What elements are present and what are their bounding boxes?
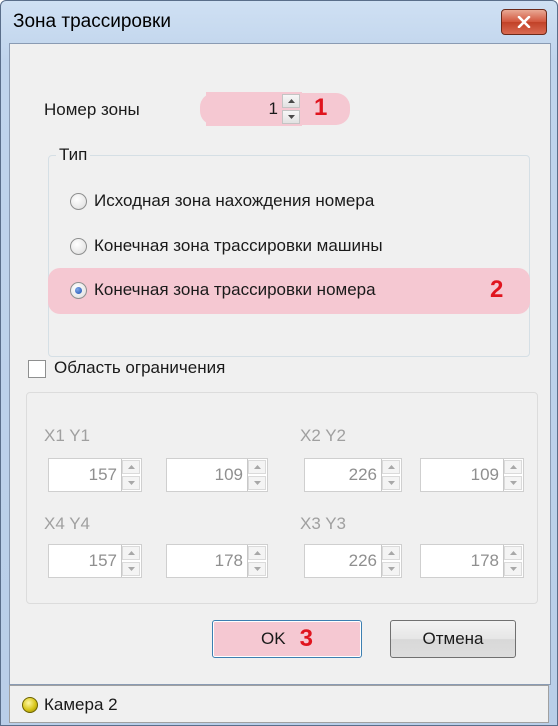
spin-up-button[interactable] (504, 460, 522, 474)
y4-value: 178 (214, 551, 243, 570)
spin-up-button[interactable] (282, 94, 300, 108)
radio-label: Конечная зона трассировки номера (94, 280, 376, 299)
radio-button-selected[interactable] (70, 281, 87, 299)
chevron-down-icon (387, 567, 395, 571)
spin-down-button[interactable] (282, 110, 300, 124)
x4-value: 157 (88, 551, 117, 570)
window-title: Зона трассировки (13, 11, 171, 32)
chevron-up-icon (387, 465, 395, 469)
chevron-up-icon (253, 551, 261, 555)
x4-stepper[interactable]: 157 (48, 544, 142, 578)
title-bar[interactable]: Зона трассировки (1, 1, 557, 43)
point-title: X3 Y3 (300, 514, 347, 533)
chevron-up-icon (509, 551, 517, 555)
ok-button-label: OK (261, 629, 286, 648)
y2-value: 109 (470, 465, 499, 484)
chevron-down-icon (253, 481, 261, 485)
dialog-body: Номер зоны 1 1 Тип Исходная зона нахожде… (9, 43, 551, 685)
zone-number-label: Номер зоны (44, 100, 140, 119)
spin-down-button[interactable] (382, 476, 400, 490)
step-marker-1: 1 (314, 94, 328, 121)
chevron-down-icon (287, 115, 295, 119)
spin-up-button[interactable] (504, 546, 522, 560)
type-group-title: Тип (56, 145, 91, 165)
point-title: X4 Y4 (44, 514, 91, 533)
chevron-up-icon (387, 551, 395, 555)
radio-label: Исходная зона нахождения номера (94, 191, 375, 210)
status-bar: Камера 2 (9, 685, 549, 723)
close-button[interactable] (501, 9, 547, 35)
ok-button[interactable]: OK 3 (212, 620, 362, 658)
chevron-down-icon (253, 567, 261, 571)
chevron-up-icon (509, 465, 517, 469)
x2-value: 226 (348, 465, 377, 484)
chevron-down-icon (509, 567, 517, 571)
chevron-down-icon (509, 481, 517, 485)
radio-selected-dot (75, 286, 82, 294)
chevron-up-icon (127, 465, 135, 469)
x3-value: 226 (348, 551, 377, 570)
x1-value: 157 (88, 465, 117, 484)
y2-stepper[interactable]: 109 (420, 458, 524, 492)
y3-stepper[interactable]: 178 (420, 544, 524, 578)
radio-plate-end-zone[interactable]: Конечная зона трассировки номера (70, 280, 376, 300)
y1-value: 109 (214, 465, 243, 484)
zone-number-stepper[interactable]: 1 (206, 92, 302, 126)
x1-stepper[interactable]: 157 (48, 458, 142, 492)
spin-down-button[interactable] (122, 562, 140, 576)
restriction-checkbox[interactable] (28, 360, 46, 378)
x3-stepper[interactable]: 226 (304, 544, 402, 578)
chevron-up-icon (127, 551, 135, 555)
spin-down-button[interactable] (382, 562, 400, 576)
radio-button[interactable] (70, 192, 87, 210)
chevron-up-icon (287, 99, 295, 103)
spin-up-button[interactable] (248, 546, 266, 560)
spin-up-button[interactable] (382, 460, 400, 474)
point-title: X2 Y2 (300, 426, 347, 445)
spin-down-button[interactable] (248, 562, 266, 576)
chevron-down-icon (387, 481, 395, 485)
dialog-window: Зона трассировки Номер зоны 1 1 Тип Исхо… (0, 0, 558, 726)
spin-up-button[interactable] (248, 460, 266, 474)
y4-stepper[interactable]: 178 (166, 544, 268, 578)
chevron-down-icon (127, 481, 135, 485)
spin-down-button[interactable] (248, 476, 266, 490)
spin-up-button[interactable] (122, 460, 140, 474)
cancel-button-label: Отмена (422, 629, 484, 648)
step-marker-2: 2 (490, 276, 504, 303)
spin-up-button[interactable] (122, 546, 140, 560)
radio-button[interactable] (70, 237, 87, 255)
close-icon (517, 16, 531, 28)
spin-up-button[interactable] (382, 546, 400, 560)
camera-name: Камера 2 (44, 695, 118, 714)
chevron-down-icon (127, 567, 135, 571)
radio-source-zone[interactable]: Исходная зона нахождения номера (70, 191, 374, 211)
y1-stepper[interactable]: 109 (166, 458, 268, 492)
zone-number-value: 1 (268, 99, 278, 118)
y3-value: 178 (470, 551, 499, 570)
step-marker-3: 3 (299, 625, 313, 652)
cancel-button[interactable]: Отмена (390, 620, 516, 658)
spin-down-button[interactable] (504, 562, 522, 576)
type-group (48, 155, 530, 357)
point-title: X1 Y1 (44, 426, 91, 445)
spin-down-button[interactable] (504, 476, 522, 490)
radio-label: Конечная зона трассировки машины (94, 236, 383, 255)
radio-car-end-zone[interactable]: Конечная зона трассировки машины (70, 236, 383, 256)
chevron-up-icon (253, 465, 261, 469)
x2-stepper[interactable]: 226 (304, 458, 402, 492)
camera-status-icon (22, 697, 38, 713)
spin-down-button[interactable] (122, 476, 140, 490)
restriction-label: Область ограничения (54, 358, 226, 377)
